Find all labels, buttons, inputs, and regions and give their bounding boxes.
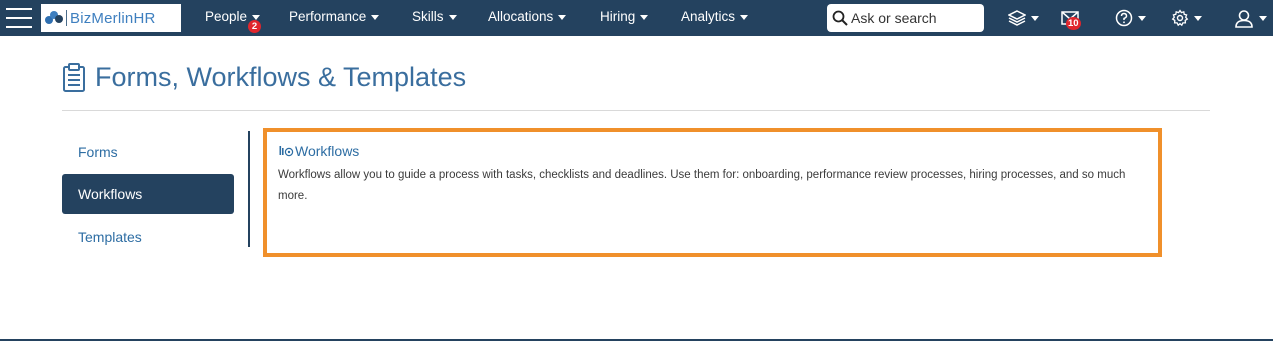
content-description: Workflows allow you to guide a process w…	[278, 169, 1126, 202]
help-icon	[1115, 9, 1133, 27]
layers-icon	[1008, 10, 1026, 26]
user-dropdown[interactable]	[1234, 0, 1267, 36]
chevron-down-icon	[740, 14, 749, 20]
title-divider	[62, 110, 1210, 111]
nav-hiring[interactable]: Hiring	[600, 0, 649, 36]
workflows-link[interactable]: Workflows	[279, 143, 359, 159]
logo-text: BizMerlinHR	[70, 9, 156, 27]
nav-hiring-label: Hiring	[600, 9, 636, 24]
hamburger-menu-icon[interactable]	[6, 8, 32, 28]
nav-skills-label: Skills	[412, 9, 444, 24]
top-navbar: BizMerlinHR People 2 Performance Skills …	[0, 0, 1273, 36]
mail-badge: 10	[1066, 17, 1081, 30]
chevron-down-icon	[1259, 15, 1267, 21]
clipboard-icon	[63, 62, 85, 92]
help-dropdown[interactable]	[1115, 0, 1146, 36]
search-icon	[832, 10, 848, 26]
search-box[interactable]	[827, 4, 984, 32]
nav-analytics[interactable]: Analytics	[681, 0, 749, 36]
settings-icon	[1171, 9, 1189, 27]
chevron-down-icon	[640, 14, 649, 20]
sidebar-item-workflows[interactable]: Workflows	[62, 174, 234, 214]
app-logo[interactable]: BizMerlinHR	[41, 4, 181, 32]
page-title: Forms, Workflows & Templates	[62, 62, 466, 93]
settings-dropdown[interactable]	[1171, 0, 1202, 36]
chevron-down-icon	[371, 14, 380, 20]
nav-performance[interactable]: Performance	[289, 0, 380, 36]
people-notification-badge: 2	[248, 20, 261, 33]
messages-button[interactable]: 10	[1061, 0, 1081, 36]
workflows-info-panel: Workflows Workflows allow you to guide a…	[263, 128, 1162, 257]
footer-divider	[0, 339, 1273, 341]
chevron-down-icon	[448, 14, 457, 20]
chevron-down-icon	[558, 14, 567, 20]
sidebar-item-label: Forms	[78, 144, 118, 160]
sidebar-item-forms[interactable]: Forms	[62, 132, 234, 172]
chevron-down-icon	[1138, 15, 1146, 21]
nav-allocations-label: Allocations	[488, 9, 554, 24]
content-heading: Workflows	[295, 143, 360, 159]
logo-people-icon	[45, 10, 63, 26]
chevron-down-icon	[1194, 15, 1202, 21]
nav-people[interactable]: People 2	[205, 0, 261, 36]
nav-performance-label: Performance	[289, 9, 367, 24]
workflow-icon	[279, 146, 294, 157]
sidebar-item-label: Templates	[78, 229, 142, 245]
search-input[interactable]	[851, 10, 981, 26]
sidebar-item-templates[interactable]: Templates	[62, 217, 234, 257]
sidebar-item-label: Workflows	[78, 186, 143, 202]
nav-skills[interactable]: Skills	[412, 0, 457, 36]
nav-people-label: People	[205, 9, 248, 24]
chevron-down-icon	[1031, 15, 1039, 21]
nav-analytics-label: Analytics	[681, 9, 736, 24]
nav-allocations[interactable]: Allocations	[488, 0, 567, 36]
layers-dropdown[interactable]	[1008, 0, 1039, 36]
sidebar-divider	[248, 131, 250, 247]
user-icon	[1235, 10, 1253, 28]
page-title-text: Forms, Workflows & Templates	[95, 62, 467, 92]
